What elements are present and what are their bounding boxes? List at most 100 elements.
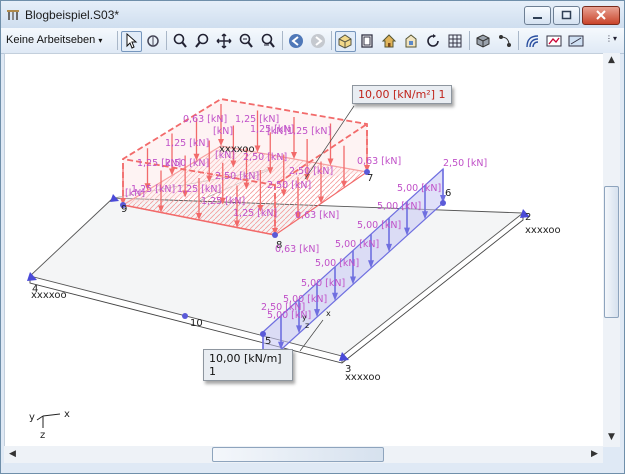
axis-z-label: z <box>40 430 45 441</box>
load-value-label: 5,00 [kN] <box>315 258 359 269</box>
node-label: 7 <box>367 173 373 184</box>
line-load-value: 10,00 [kN/m] 1 <box>209 352 282 378</box>
local-axis-label: x <box>326 309 331 318</box>
load-value-label: 0,63 [kN] <box>183 114 227 125</box>
surface-load-value: 10,00 [kN/m²] 1 <box>358 88 446 101</box>
toolbar-separator <box>282 31 283 50</box>
node-label: 6 <box>445 188 451 199</box>
zoom-all-icon <box>239 33 253 48</box>
view-iso-button[interactable] <box>335 31 356 52</box>
view-front-button[interactable] <box>357 31 378 52</box>
load-value-label: 1,25 [kN] <box>177 184 221 195</box>
model-display-icon <box>568 35 584 47</box>
pointer-arrow-icon <box>126 33 138 49</box>
node-label: 2 <box>525 212 531 223</box>
scroll-down-arrow-icon[interactable]: ▼ <box>604 430 619 445</box>
toolbar-separator <box>518 31 519 50</box>
view-house-button[interactable] <box>379 31 400 52</box>
horizontal-scrollbar[interactable]: ◀ ▶ <box>4 446 603 463</box>
load-value-label: 5,00 [kN] <box>397 183 441 194</box>
title-bar: Blogbeispiel.S03* <box>1 1 624 28</box>
select-tool-button[interactable] <box>121 31 142 52</box>
support-label: xxxxoo <box>31 290 67 301</box>
select-rotate-button[interactable] <box>143 31 164 52</box>
minimize-icon <box>533 17 542 19</box>
load-value-label: 2,50 [kN] <box>267 180 311 191</box>
close-icon <box>596 10 606 20</box>
toolbar-separator <box>469 31 470 50</box>
load-value-label: 2,50 [kN] <box>443 158 487 169</box>
line-load-callout[interactable]: 10,00 [kN/m] 1 <box>203 349 293 381</box>
load-value-label: 1,25 [kN] <box>233 208 277 219</box>
load-value-label: [kN] <box>215 150 235 161</box>
horizontal-scroll-thumb[interactable] <box>212 447 384 462</box>
scroll-right-arrow-icon[interactable]: ▶ <box>587 447 602 462</box>
results-waves-icon <box>526 35 539 48</box>
toolbar-separator <box>117 31 118 50</box>
zoom-all-button[interactable] <box>236 31 257 52</box>
selection-rotate-icon <box>147 35 159 47</box>
minimize-button[interactable] <box>524 6 551 25</box>
workplane-dropdown[interactable]: Keine Arbeitseben ▾ <box>6 32 102 49</box>
zoom-previous-button[interactable] <box>258 31 279 52</box>
load-value-label: 0,63 [kN] <box>357 156 401 167</box>
toolbar-separator <box>331 31 332 50</box>
rotate-icon <box>427 34 439 47</box>
load-value-label: 2,50 [kN] <box>261 302 305 313</box>
scroll-left-arrow-icon[interactable]: ◀ <box>5 447 20 462</box>
pan-button[interactable] <box>214 31 235 52</box>
toolbar-overflow-button[interactable]: ⋮▾ <box>605 34 617 43</box>
support-label: xxxxoo <box>345 372 381 383</box>
results-button[interactable] <box>522 31 543 52</box>
axis-x-label: x <box>64 409 70 420</box>
load-value-label: 5,00 [kN] <box>301 278 345 289</box>
pan-arrows-icon <box>216 33 232 49</box>
load-value-label: 5,00 [kN] <box>357 220 401 231</box>
node-marker <box>440 200 446 206</box>
vertical-scrollbar[interactable]: ▲ ▼ <box>603 53 620 447</box>
model-3d-view[interactable]: 9786241053xxxxooxxxxooxxxxooxxxxoo0,63 [… <box>5 54 603 446</box>
load-value-label: [kN] <box>213 126 233 137</box>
load-value-label: 1,25 [kN] <box>287 126 331 137</box>
surface-load-callout[interactable]: 10,00 [kN/m²] 1 <box>352 85 452 104</box>
view-top-button[interactable] <box>401 31 422 52</box>
load-value-label: 2,50 [kN] <box>165 158 209 169</box>
forward-arrow-icon <box>311 34 325 48</box>
app-icon <box>7 10 19 20</box>
zoom-previous-icon <box>261 33 275 48</box>
back-button[interactable] <box>286 31 307 52</box>
connections-button[interactable] <box>495 31 516 52</box>
display-options-button[interactable] <box>544 31 565 52</box>
top-view-icon <box>405 34 417 48</box>
zoom-dynamic-button[interactable] <box>192 31 213 52</box>
node-label: 9 <box>121 204 127 215</box>
back-arrow-icon <box>289 34 303 48</box>
model-view-canvas[interactable]: 9 7 8 6 2 4 10 5 3 xxxxoo xxxxoo xxxxoo xxxxoo 0,63 [… <box>4 53 604 447</box>
scroll-up-arrow-icon[interactable]: ▲ <box>604 53 619 68</box>
zoom-window-button[interactable] <box>170 31 191 52</box>
vertical-scroll-thumb[interactable] <box>604 186 619 318</box>
node-label: 10 <box>190 318 203 329</box>
grid-toggle-button[interactable] <box>445 31 466 52</box>
load-value-label: 0,63 [kN] <box>295 210 339 221</box>
node-marker <box>272 232 278 238</box>
load-value-label: 2,50 [kN] <box>243 152 287 163</box>
front-view-icon <box>361 34 373 48</box>
maximize-icon <box>561 10 572 20</box>
display-options-icon <box>546 35 562 47</box>
close-button[interactable] <box>582 6 620 25</box>
connections-icon <box>499 35 511 47</box>
load-value-label: 0,63 [kN] <box>275 244 319 255</box>
workplane-dropdown-label: Keine Arbeitseben <box>6 34 96 46</box>
forward-button[interactable] <box>308 31 329 52</box>
support-label: xxxxoo <box>525 225 561 236</box>
toolbar-separator <box>166 31 167 50</box>
render-button[interactable] <box>473 31 494 52</box>
node-label: 5 <box>265 336 271 347</box>
load-value-label: 2,50 [kN] <box>289 166 333 177</box>
load-value-label: [kN] <box>267 126 287 137</box>
model-display-button[interactable] <box>566 31 587 52</box>
maximize-button[interactable] <box>553 6 580 25</box>
window-title: Blogbeispiel.S03* <box>25 8 120 22</box>
rotate-view-button[interactable] <box>423 31 444 52</box>
